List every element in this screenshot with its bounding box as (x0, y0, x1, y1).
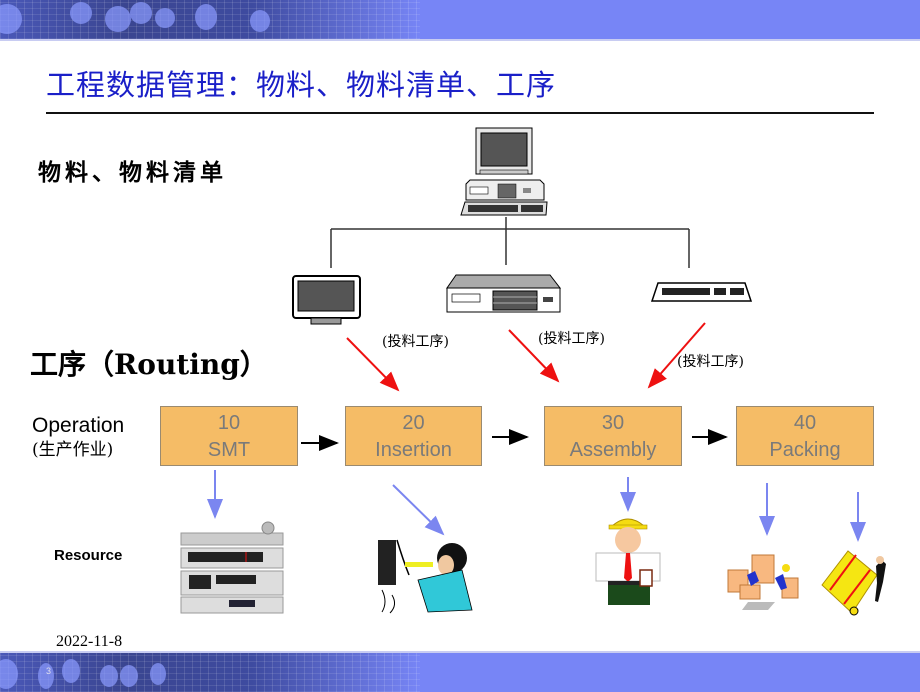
input-arrow-1 (346, 337, 400, 392)
input-arrows (346, 322, 706, 392)
stereo-equipment-icon (180, 521, 284, 614)
diagram-graphics (180, 127, 886, 616)
slide-date: 2022-11-8 (56, 633, 123, 650)
cpu-unit-icon (446, 274, 562, 313)
input-arrow-2 (508, 329, 560, 383)
engineer-hardhat-icon (595, 518, 661, 605)
banner-decoration (0, 653, 420, 692)
monitor-icon (292, 275, 361, 325)
bom-tree-connector (330, 217, 690, 268)
hand-truck-crate-icon (821, 550, 886, 616)
resource-arrows (207, 470, 866, 542)
flow-arrows (301, 429, 728, 451)
workers-boxes-icon (727, 554, 799, 610)
page-number: 3 (46, 666, 52, 676)
worker-drilling-icon (378, 539, 473, 614)
keyboard-icon (650, 282, 753, 302)
input-arrow-3 (647, 322, 706, 389)
bottom-banner (0, 651, 920, 692)
computer-set-icon (460, 127, 548, 216)
